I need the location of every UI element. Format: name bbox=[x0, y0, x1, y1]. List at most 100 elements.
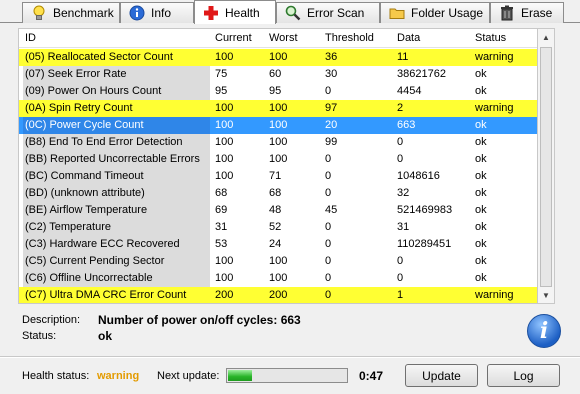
attr-data: 0 bbox=[397, 153, 404, 165]
attr-worst: 100 bbox=[269, 272, 288, 284]
attr-current: 100 bbox=[215, 272, 234, 284]
column-header-data[interactable]: Data bbox=[397, 32, 420, 44]
attr-status: ok bbox=[475, 85, 487, 97]
attr-worst: 24 bbox=[269, 238, 282, 250]
attr-data: 110289451 bbox=[397, 238, 452, 250]
table-row[interactable]: (BE) Airflow Temperature 69 48 45 521469983 o… bbox=[19, 202, 537, 219]
progress-fill bbox=[228, 370, 252, 381]
update-button[interactable]: Update bbox=[405, 364, 478, 387]
attr-worst: 100 bbox=[269, 102, 288, 114]
description-value: Number of power on/off cycles: 663 bbox=[98, 313, 301, 327]
attr-current: 100 bbox=[215, 170, 234, 182]
attr-threshold: 97 bbox=[325, 102, 338, 114]
tab-info[interactable]: Info bbox=[120, 2, 194, 23]
attr-threshold: 0 bbox=[325, 153, 332, 165]
attr-current: 100 bbox=[215, 51, 234, 63]
attr-id: (0A) Spin Retry Count bbox=[23, 100, 210, 117]
info-icon[interactable]: i bbox=[527, 314, 561, 348]
table-row[interactable]: (B8) End To End Error Detection 100 100 99 0… bbox=[19, 134, 537, 151]
table-row[interactable]: (BC) Command Timeout 100 71 0 1048616 ok bbox=[19, 168, 537, 185]
attr-status: ok bbox=[475, 238, 487, 250]
attr-status: ok bbox=[475, 255, 487, 267]
attr-id: (05) Reallocated Sector Count bbox=[23, 49, 210, 66]
folder-icon bbox=[389, 5, 405, 21]
attr-current: 100 bbox=[215, 102, 234, 114]
attr-id: (BE) Airflow Temperature bbox=[23, 202, 210, 219]
attr-status: ok bbox=[475, 221, 487, 233]
health-status-value: warning bbox=[97, 370, 140, 382]
attr-status: ok bbox=[475, 119, 487, 131]
attr-data: 663 bbox=[397, 119, 416, 131]
attr-data: 0 bbox=[397, 255, 404, 267]
table-row[interactable]: (0C) Power Cycle Count 100 100 20 663 ok bbox=[19, 117, 537, 134]
table-row[interactable]: (C2) Temperature 31 52 0 31 ok bbox=[19, 219, 537, 236]
table-row[interactable]: (05) Reallocated Sector Count 100 100 36 11 w… bbox=[19, 49, 537, 66]
attr-threshold: 0 bbox=[325, 221, 332, 233]
attr-threshold: 0 bbox=[325, 289, 332, 301]
trash-icon bbox=[499, 5, 515, 21]
attr-id: (B8) End To End Error Detection bbox=[23, 134, 210, 151]
attr-threshold: 0 bbox=[325, 170, 332, 182]
status-value: ok bbox=[98, 329, 113, 343]
attr-id: (09) Power On Hours Count bbox=[23, 83, 210, 100]
attr-id: (0C) Power Cycle Count bbox=[23, 117, 210, 134]
scrollbar-thumb[interactable] bbox=[540, 47, 552, 287]
attr-current: 69 bbox=[215, 204, 228, 216]
table-row[interactable]: (BD) (unknown attribute) 68 68 0 32 ok bbox=[19, 185, 537, 202]
vertical-scrollbar[interactable]: ▲ ▼ bbox=[538, 28, 555, 304]
attr-current: 100 bbox=[215, 119, 234, 131]
attr-status: ok bbox=[475, 136, 487, 148]
attr-id: (07) Seek Error Rate bbox=[23, 66, 210, 83]
info-icon bbox=[129, 5, 145, 21]
divider bbox=[0, 356, 580, 358]
attr-data: 1 bbox=[397, 289, 404, 301]
attr-data: 1048616 bbox=[397, 170, 440, 182]
tab-label: Folder Usage bbox=[411, 6, 484, 20]
attr-current: 100 bbox=[215, 255, 234, 267]
column-header-threshold[interactable]: Threshold bbox=[325, 32, 374, 44]
status-label: Status: bbox=[22, 330, 57, 342]
attr-id: (C2) Temperature bbox=[23, 219, 210, 236]
update-progress-bar bbox=[226, 368, 348, 383]
table-header: ID Current Worst Threshold Data Status bbox=[19, 29, 537, 48]
smart-attributes-table[interactable]: ID Current Worst Threshold Data Status (… bbox=[18, 28, 538, 304]
attr-worst: 48 bbox=[269, 204, 282, 216]
tab-bar: Benchmark Info Health Error Scan Folder … bbox=[0, 0, 580, 24]
attr-status: ok bbox=[475, 170, 487, 182]
scroll-down-icon[interactable]: ▼ bbox=[538, 287, 554, 303]
tab-benchmark[interactable]: Benchmark bbox=[22, 2, 120, 23]
table-row[interactable]: (07) Seek Error Rate 75 60 30 38621762 ok bbox=[19, 66, 537, 83]
attr-worst: 200 bbox=[269, 289, 288, 301]
attr-current: 100 bbox=[215, 136, 234, 148]
attr-status: ok bbox=[475, 187, 487, 199]
attr-worst: 95 bbox=[269, 85, 282, 97]
tab-folder-usage[interactable]: Folder Usage bbox=[380, 2, 490, 23]
table-row[interactable]: (09) Power On Hours Count 95 95 0 4454 ok bbox=[19, 83, 537, 100]
scroll-up-icon[interactable]: ▲ bbox=[538, 29, 554, 45]
column-header-status[interactable]: Status bbox=[475, 32, 506, 44]
tab-erase[interactable]: Erase bbox=[490, 2, 564, 23]
attr-status: ok bbox=[475, 272, 487, 284]
column-header-id[interactable]: ID bbox=[25, 32, 36, 44]
table-row[interactable]: (0A) Spin Retry Count 100 100 97 2 warning bbox=[19, 100, 537, 117]
log-button[interactable]: Log bbox=[487, 364, 560, 387]
attr-worst: 100 bbox=[269, 51, 288, 63]
attr-threshold: 20 bbox=[325, 119, 338, 131]
column-header-current[interactable]: Current bbox=[215, 32, 252, 44]
table-row[interactable]: (C7) Ultra DMA CRC Error Count 200 200 0 1 wa… bbox=[19, 287, 537, 303]
tab-label: Health bbox=[225, 5, 260, 20]
attr-id: (BD) (unknown attribute) bbox=[23, 185, 210, 202]
tab-health[interactable]: Health bbox=[194, 0, 276, 24]
table-row[interactable]: (C3) Hardware ECC Recovered 53 24 0 11028945… bbox=[19, 236, 537, 253]
table-row[interactable]: (C6) Offline Uncorrectable 100 100 0 0 ok bbox=[19, 270, 537, 287]
attr-threshold: 0 bbox=[325, 272, 332, 284]
column-header-worst[interactable]: Worst bbox=[269, 32, 298, 44]
attr-data: 11 bbox=[397, 51, 409, 63]
attr-data: 32 bbox=[397, 187, 410, 199]
table-row[interactable]: (C5) Current Pending Sector 100 100 0 0 ok bbox=[19, 253, 537, 270]
tab-error-scan[interactable]: Error Scan bbox=[276, 2, 380, 23]
attr-threshold: 36 bbox=[325, 51, 338, 63]
attr-current: 68 bbox=[215, 187, 228, 199]
attr-data: 521469983 bbox=[397, 204, 453, 216]
table-row[interactable]: (BB) Reported Uncorrectable Errors 100 100… bbox=[19, 151, 537, 168]
